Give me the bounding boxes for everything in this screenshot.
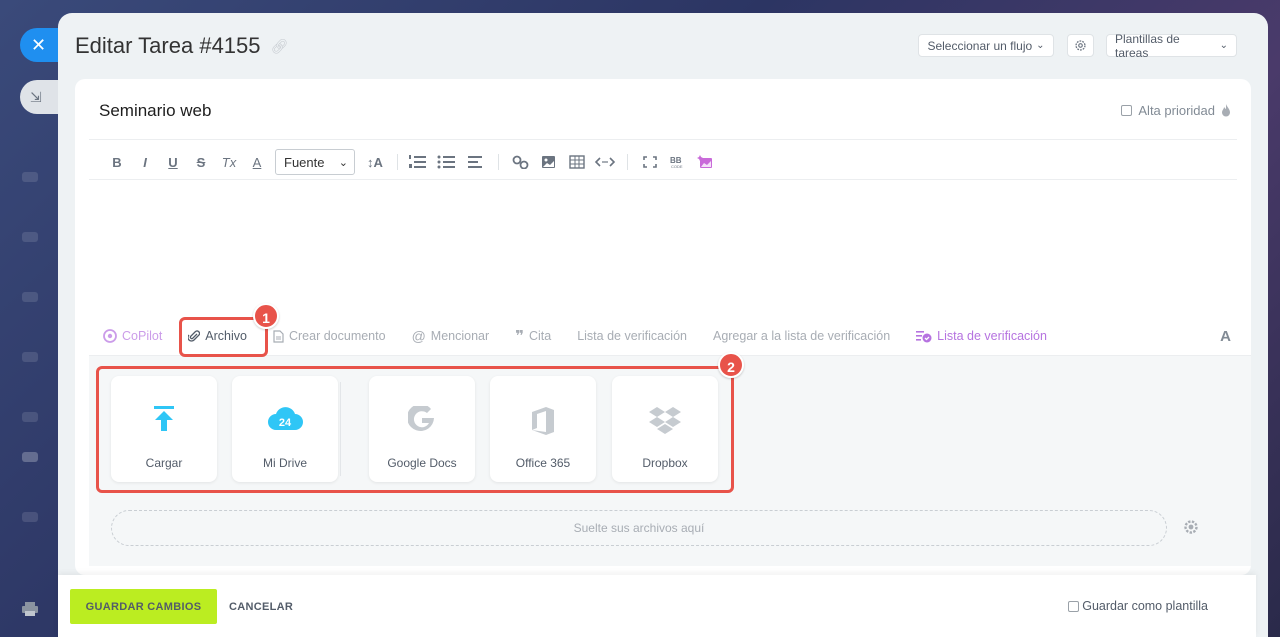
font-select[interactable]: Fuente ⌄ [275,149,355,175]
file-drop-zone[interactable]: Suelte sus archivos aquí [111,510,1167,546]
task-templates-button[interactable]: Plantillas de tareas ⌄ [1106,31,1237,60]
annotation-badge-2: 2 [718,352,744,378]
footer-bar: GUARDAR CAMBIOS CANCELAR Guardar como pl… [58,575,1256,637]
rail-icon [22,512,38,522]
ai-image-icon[interactable] [692,155,720,169]
bbcode-icon[interactable]: BBCODE [664,155,692,169]
add-to-checklist-button[interactable]: Agregar a la lista de verificación [713,329,890,343]
align-left-icon[interactable] [462,155,490,169]
font-size-button[interactable]: ↕A [361,155,389,170]
checklist-icon [916,330,932,342]
toolbar-separator [627,154,628,170]
templates-label: Plantillas de tareas [1115,31,1180,60]
editor-toolbar: B I U S Tx A Fuente ⌄ ↕A BB CODE [103,145,720,179]
minimize-icon: ⇲ [30,89,42,105]
quote-label: Cita [528,329,552,343]
clear-format-button[interactable]: Tx [215,155,243,170]
link-icon[interactable]: 🔗︎ [271,38,289,55]
copilot-icon [103,329,117,343]
rail-icon [22,232,38,242]
chevron-down-icon: ⌄ [1036,40,1045,51]
high-priority-toggle[interactable]: Alta prioridad [1121,103,1231,118]
close-icon: ✕ [31,35,47,55]
checklist-label: Lista de verificación [577,329,687,343]
page-title: Editar Tarea #4155 🔗︎ [75,33,288,59]
save-as-template-label: Guardar como plantilla [1082,599,1208,613]
text-format-toggle[interactable]: A [1220,328,1231,345]
numbered-list-icon[interactable] [406,155,434,169]
save-changes-button[interactable]: GUARDAR CAMBIOS [70,589,217,624]
drop-zone-text: Suelte sus archivos aquí [573,521,705,535]
annotation-badge-1: 1 [253,303,279,329]
mention-button[interactable]: @ Mencionar [412,328,490,344]
printer-icon[interactable] [22,602,38,616]
toolbar-separator [498,154,499,170]
create-document-button[interactable]: Crear documento [273,329,386,343]
quote-icon: ❞ [515,328,524,345]
font-select-value: Fuente [284,154,325,170]
flame-icon [1222,104,1230,117]
gear-icon[interactable] [1183,519,1199,535]
task-name-input[interactable]: Seminario web [99,101,211,121]
save-as-template-toggle[interactable]: Guardar como plantilla [1068,599,1208,613]
divider [89,139,1237,140]
chevron-down-icon: ⌄ [338,156,348,169]
checklist-ai-button[interactable]: Lista de verificación [916,329,1047,343]
copilot-button[interactable]: CoPilot [103,329,162,343]
at-icon: @ [411,328,426,344]
high-priority-label: Alta prioridad [1138,103,1215,118]
flow-select-label: Seleccionar un flujo [927,38,1033,53]
flow-select-button[interactable]: Seleccionar un flujo ⌄ [918,34,1054,57]
save-as-template-checkbox[interactable] [1068,600,1080,612]
strikethrough-button[interactable]: S [187,155,215,170]
link-icon[interactable] [507,155,535,169]
bullet-list-icon[interactable] [434,155,462,169]
image-icon[interactable] [535,155,563,169]
rail-icon [22,452,38,462]
italic-button[interactable]: I [131,155,159,170]
create-document-label: Crear documento [288,329,386,343]
toolbar-separator [397,154,398,170]
quote-button[interactable]: ❞ Cita [515,327,551,345]
underline-button[interactable]: U [159,155,187,170]
add-to-checklist-label: Agregar a la lista de verificación [712,329,891,343]
rail-icon [22,172,38,182]
settings-button[interactable] [1067,34,1094,57]
bold-button[interactable]: B [103,155,131,170]
title-text: Editar Tarea #4155 [75,33,261,58]
divider [89,179,1237,180]
copilot-label: CoPilot [122,329,163,343]
rail-icon [22,292,38,302]
annotation-box-uploads [96,366,734,493]
checklist-ai-label: Lista de verificación [937,329,1047,343]
mention-label: Mencionar [430,329,490,343]
rail-icon [22,352,38,362]
fullscreen-icon[interactable] [636,155,664,169]
left-rail: ✕ ⇲ [0,0,64,637]
table-icon[interactable] [563,155,591,169]
gear-icon [1075,40,1086,51]
cancel-button[interactable]: CANCELAR [229,589,293,624]
chevron-down-icon: ⌄ [1219,40,1228,51]
document-icon [273,329,284,343]
svg-text:CODE: CODE [671,164,683,169]
text-color-button[interactable]: A [243,155,271,170]
rail-icon [22,412,38,422]
code-icon[interactable] [591,155,619,169]
checklist-button[interactable]: Lista de verificación [577,329,687,343]
high-priority-checkbox[interactable] [1121,105,1133,116]
